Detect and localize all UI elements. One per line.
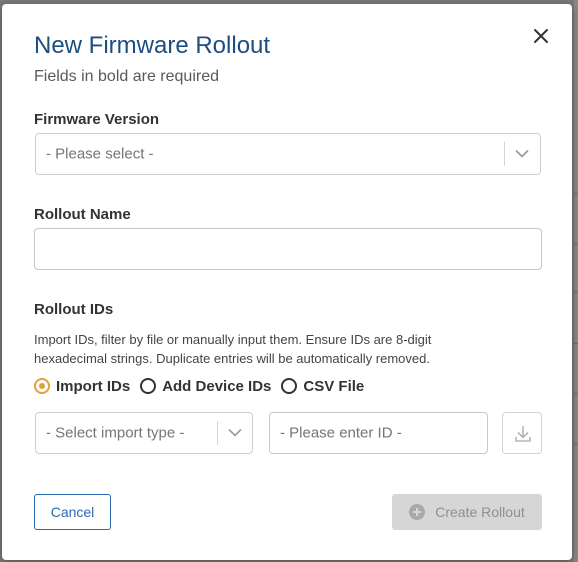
radio-add-device-ids[interactable]: Add Device IDs (140, 378, 271, 395)
download-icon (515, 426, 531, 442)
background-divider (574, 243, 578, 244)
import-type-select[interactable]: - Select import type - (35, 412, 253, 454)
download-button[interactable] (502, 412, 542, 454)
cancel-button[interactable]: Cancel (34, 494, 111, 530)
create-rollout-label: Create Rollout (435, 504, 525, 520)
radio-checked-icon (34, 378, 50, 394)
background-divider (574, 343, 578, 344)
radio-unchecked-icon (140, 378, 157, 394)
background-divider (574, 292, 578, 293)
device-id-input[interactable]: - Please enter ID - (269, 412, 488, 454)
rollout-ids-options: Import IDs Add Device IDs CSV File (34, 376, 374, 396)
plus-circle-icon (409, 504, 426, 520)
rollout-name-input[interactable] (34, 228, 542, 270)
dialog-title: New Firmware Rollout (34, 32, 271, 59)
firmware-version-placeholder: - Please select - (46, 145, 154, 163)
firmware-rollout-dialog: New Firmware Rollout Fields in bold are … (2, 4, 572, 560)
radio-label: Add Device IDs (162, 377, 272, 395)
radio-import-ids[interactable]: Import IDs (34, 378, 130, 395)
background-divider (574, 443, 578, 444)
firmware-version-label: Firmware Version (34, 111, 160, 128)
radio-label: CSV File (303, 377, 365, 395)
firmware-version-select[interactable]: - Please select - (35, 133, 541, 175)
dialog-subtitle: Fields in bold are required (34, 68, 219, 85)
radio-label: Import IDs (56, 377, 131, 395)
device-id-placeholder: - Please enter ID - (280, 424, 402, 442)
background-divider (574, 393, 578, 394)
radio-csv-file[interactable]: CSV File (281, 378, 364, 395)
background-page (574, 0, 578, 562)
background-divider (574, 193, 578, 194)
rollout-ids-description: Import IDs, filter by file or manually i… (34, 332, 432, 366)
rollout-ids-label: Rollout IDs (34, 301, 114, 318)
import-type-placeholder: - Select import type - (46, 424, 185, 442)
chevron-down-icon (515, 149, 529, 158)
chevron-down-icon (228, 428, 242, 437)
radio-unchecked-icon (281, 378, 298, 394)
rollout-name-label: Rollout Name (34, 206, 131, 223)
create-rollout-button[interactable]: Create Rollout (392, 494, 542, 530)
select-separator (504, 142, 505, 166)
select-separator (217, 421, 218, 445)
close-icon[interactable] (531, 26, 551, 46)
